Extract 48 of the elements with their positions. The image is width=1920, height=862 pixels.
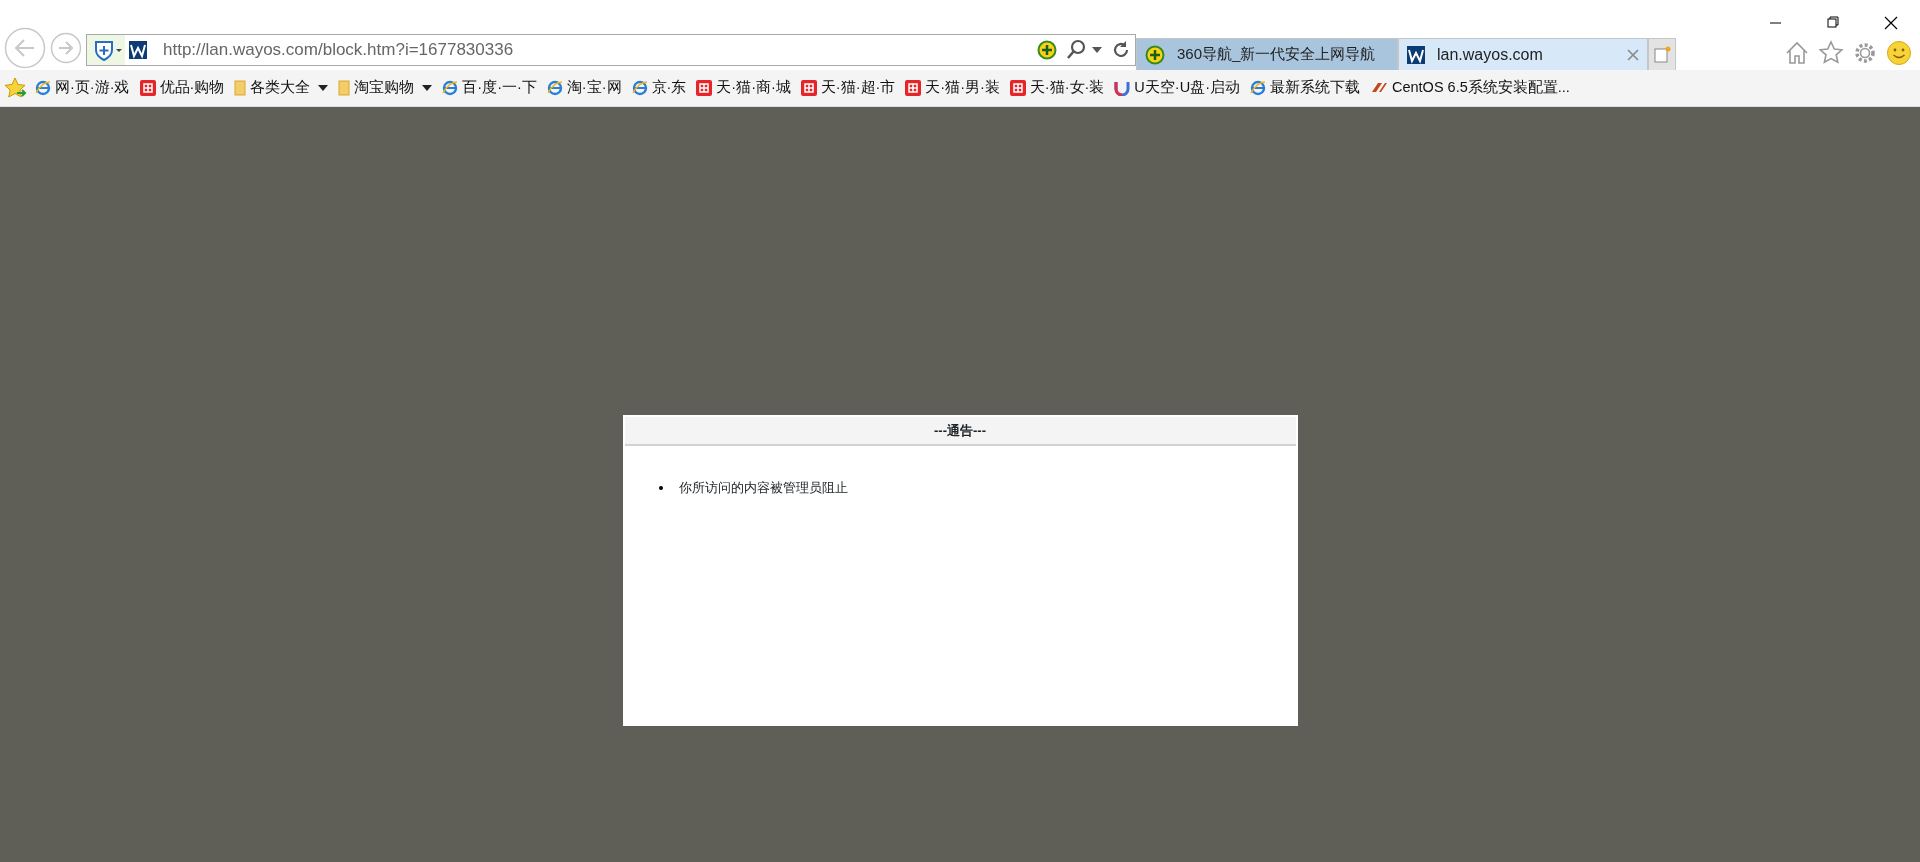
notice-title: ---通告--- xyxy=(934,421,986,440)
home-icon[interactable] xyxy=(1784,40,1810,66)
browser-e-icon xyxy=(35,80,51,96)
shield-icon[interactable] xyxy=(87,35,125,65)
favorite-link[interactable]: 淘宝购物 xyxy=(335,77,436,99)
shop-icon xyxy=(139,80,156,96)
site-logo-icon xyxy=(129,41,147,59)
favorite-link[interactable]: 最新系统下载 xyxy=(1246,77,1363,99)
favorite-link[interactable]: 各类大全 xyxy=(231,77,332,99)
shop-icon xyxy=(696,80,713,96)
forward-icon[interactable] xyxy=(50,32,82,64)
favorite-link[interactable]: 天·猫·商·城 xyxy=(693,77,794,99)
favorite-link[interactable]: 天·猫·超·市 xyxy=(797,77,899,99)
favorite-link[interactable]: 天·猫·女·装 xyxy=(1006,77,1108,99)
favorite-link[interactable]: 网·页·游·戏 xyxy=(32,77,133,99)
search-icon[interactable] xyxy=(1065,39,1087,61)
favorite-link[interactable]: 天·猫·男·装 xyxy=(902,77,1003,99)
shop-icon xyxy=(905,80,922,96)
back-icon[interactable] xyxy=(4,27,46,69)
new-tab-button[interactable] xyxy=(1648,38,1676,70)
favorite-link[interactable]: CentOS 6.5系统安装配置... xyxy=(1366,77,1573,99)
folder-icon xyxy=(234,80,247,96)
notice-message: 你所访问的内容被管理员阻止 xyxy=(678,479,848,497)
folder-icon xyxy=(338,80,351,96)
favorite-link[interactable]: 淘·宝·网 xyxy=(543,77,625,99)
refresh-icon[interactable] xyxy=(1111,40,1131,60)
u-logo-icon xyxy=(1114,80,1131,96)
close-tab-icon[interactable] xyxy=(1627,48,1639,61)
new-tab-icon xyxy=(1653,45,1671,64)
settings-icon[interactable] xyxy=(1852,40,1878,66)
browser-e-icon xyxy=(546,80,563,96)
shop-icon xyxy=(800,80,817,96)
favorite-link[interactable]: 百·度·一·下 xyxy=(439,77,540,99)
browser-e-icon xyxy=(1249,80,1266,96)
favorite-link[interactable]: 京·东 xyxy=(628,77,690,99)
favorite-link[interactable]: 优品·购物 xyxy=(136,77,228,99)
browser-e-icon xyxy=(631,80,648,96)
bullet-icon xyxy=(658,485,663,490)
browser-e-icon xyxy=(442,80,459,96)
site-logo-icon xyxy=(1407,45,1425,64)
star-icon[interactable] xyxy=(1818,40,1844,66)
browser-tab[interactable]: lan.wayos.com xyxy=(1398,38,1648,70)
browser-tab[interactable]: 360导航_新一代安全上网导航 xyxy=(1136,38,1398,70)
caret-icon[interactable] xyxy=(1091,46,1103,54)
shop-icon xyxy=(1009,80,1026,96)
favorites-star-icon[interactable] xyxy=(4,76,28,100)
smiley-icon[interactable] xyxy=(1886,40,1912,66)
favorite-link[interactable]: U天空·U盘·启动 xyxy=(1111,77,1243,99)
